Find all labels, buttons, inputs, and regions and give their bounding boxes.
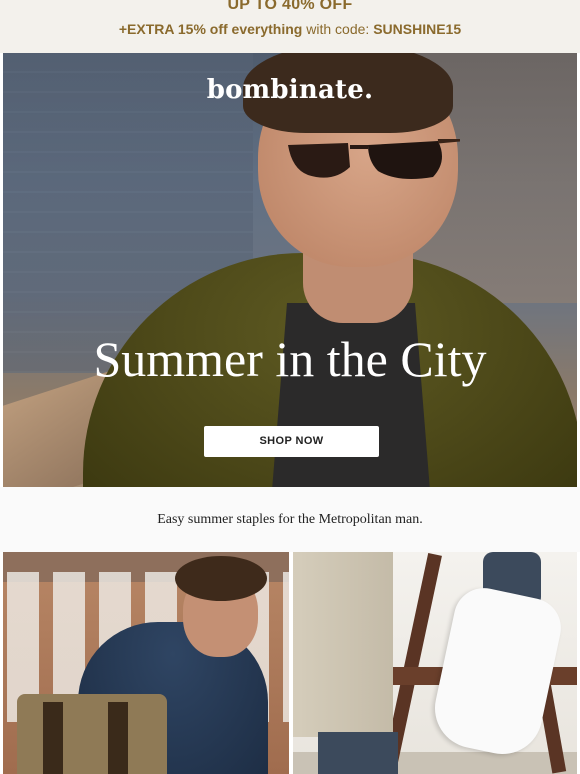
- tagline-text: Easy summer staples for the Metropolitan…: [157, 512, 423, 527]
- promo-banner: UP TO 40% OFF +EXTRA 15% off everything …: [0, 0, 580, 53]
- hero-title: Summer in the City: [93, 331, 487, 387]
- promo-code-line: +EXTRA 15% off everything with code: SUN…: [0, 21, 580, 37]
- backpack-strap-left: [43, 702, 63, 774]
- backpack-image: [17, 694, 167, 774]
- sunglasses-icon: [288, 139, 460, 179]
- shop-now-button[interactable]: SHOP NOW: [204, 426, 379, 457]
- product-tile-sneaker[interactable]: [293, 552, 577, 774]
- chino-trousers: [293, 552, 393, 737]
- hero-banner[interactable]: bombinate. Summer in the City SHOP NOW: [3, 53, 577, 487]
- product-tile-backpack[interactable]: [3, 552, 289, 774]
- promo-code: SUNSHINE15: [373, 21, 462, 37]
- tagline-section: Easy summer staples for the Metropolitan…: [0, 487, 580, 552]
- promo-headline: UP TO 40% OFF: [227, 0, 353, 13]
- sock-left: [318, 732, 398, 774]
- promo-extra-offer: +EXTRA 15% off everything: [118, 21, 303, 37]
- tile-left-model-hair: [175, 556, 267, 601]
- brand-logo[interactable]: bombinate.: [3, 75, 577, 105]
- backpack-strap-right: [108, 702, 128, 774]
- promo-code-label: with code:: [302, 21, 374, 37]
